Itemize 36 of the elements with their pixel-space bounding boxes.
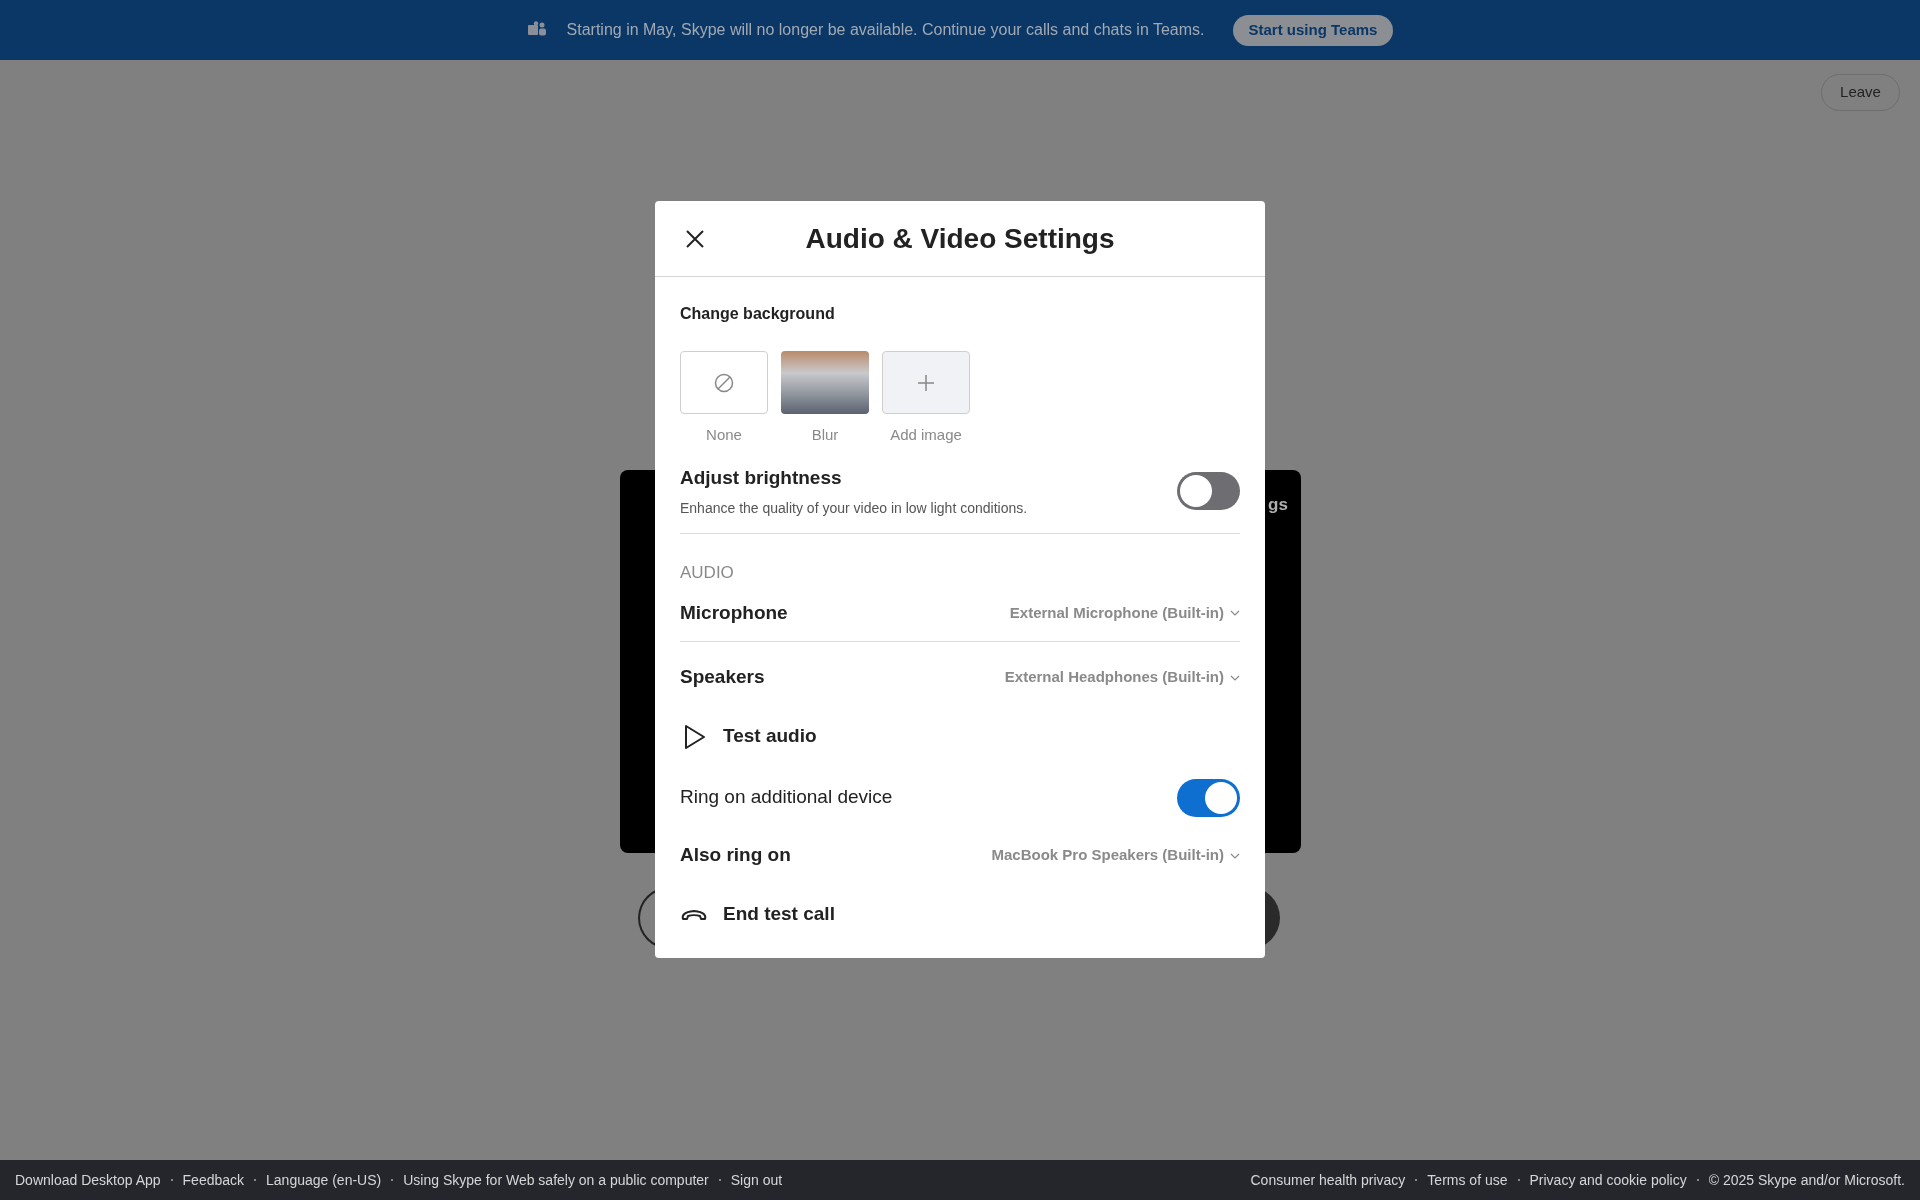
panel-label: gs <box>1268 494 1288 516</box>
prohibited-icon <box>714 372 734 393</box>
footer-link[interactable]: Feedback <box>182 1169 245 1191</box>
option-label: Add image <box>890 425 962 445</box>
section-heading: AUDIO <box>680 562 735 584</box>
option-label: Blur <box>811 425 839 445</box>
start-using-teams-button[interactable]: Start using Teams <box>1232 14 1394 46</box>
setting-label: Microphone <box>680 600 788 625</box>
footer-link[interactable]: Sign out <box>730 1169 783 1191</box>
setting-description: Enhance the quality of your video in low light conditions. <box>680 499 1028 518</box>
end-call-button[interactable]: End test call <box>680 900 835 929</box>
setting-label: Speakers <box>680 665 765 690</box>
setting-label: Also ring on <box>680 843 791 868</box>
copyright-text: © 2025 Skype and/or Microsoft. <box>1708 1170 1905 1190</box>
footer-link[interactable]: Download Desktop App <box>15 1169 161 1191</box>
chevron-down-icon <box>1230 852 1240 859</box>
footer-link[interactable]: Language (en-US) <box>266 1169 382 1191</box>
toggle-switch[interactable] <box>1177 778 1240 817</box>
footer-link[interactable]: Terms of use <box>1427 1169 1508 1191</box>
blur-background-option[interactable] <box>781 351 869 414</box>
setting-label: Ring on additional device <box>680 785 893 810</box>
footer-link[interactable]: Using Skype for Web safely on a public computer <box>403 1169 709 1191</box>
setting-label: Adjust brightness <box>680 465 843 490</box>
chevron-down-icon <box>1230 674 1240 681</box>
dialog-title: Audio & Video Settings <box>804 221 1116 256</box>
option-label: None <box>706 425 742 445</box>
close-icon[interactable] <box>686 229 704 248</box>
toggle-switch[interactable] <box>1177 472 1240 511</box>
footer-link[interactable]: Privacy and cookie policy <box>1529 1169 1687 1191</box>
teams-icon <box>526 21 547 39</box>
section-heading: Change background <box>680 304 836 324</box>
plus-icon <box>917 373 935 392</box>
chevron-down-icon <box>1230 610 1240 616</box>
test-audio-button[interactable]: Test audio <box>680 722 817 751</box>
banner-message: Starting in May, Skype will no longer be available. Continue your calls and chats in Teams. <box>566 20 1205 40</box>
footer-link[interactable]: Consumer health privacy <box>1250 1169 1406 1191</box>
